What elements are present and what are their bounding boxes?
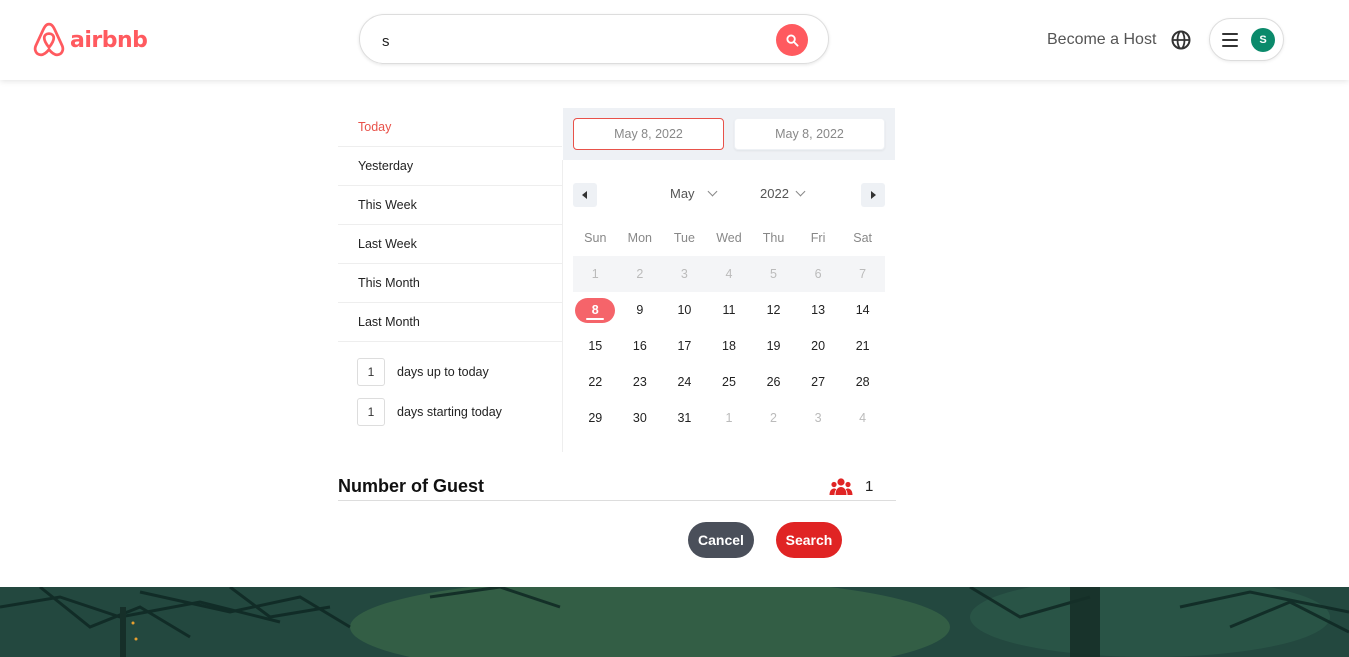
year-select[interactable]: 2022 [760,186,806,201]
calendar-week: 22 23 24 25 26 27 28 [573,364,885,400]
month-select[interactable]: May [670,186,718,201]
calendar-day[interactable]: 18 [707,328,752,364]
calendar-day[interactable]: 10 [662,292,707,328]
calendar-day[interactable]: 23 [618,364,663,400]
calendar-day-disabled: 4 [725,267,733,281]
cancel-button[interactable]: Cancel [688,522,754,558]
user-menu-button[interactable]: S [1209,18,1284,61]
calendar-day[interactable]: 12 [751,292,796,328]
language-button[interactable] [1171,30,1191,55]
range-last-week[interactable]: Last Week [338,225,562,264]
users-icon [829,477,853,502]
calendar-week: 15 16 17 18 19 20 21 [573,328,885,364]
calendar-day[interactable]: 9 [618,292,663,328]
become-host-link[interactable]: Become a Host [1047,31,1156,49]
calendar-day[interactable]: 30 [618,400,663,436]
weekday-label: Fri [810,231,826,245]
weekday-label: Wed [716,231,742,245]
days-starting-today-label: days starting today [397,405,502,419]
calendar-day[interactable]: 20 [796,328,841,364]
guest-title: Number of Guest [338,476,485,496]
search-input[interactable] [380,27,764,55]
airbnb-logo[interactable]: airbnb [32,22,148,58]
range-this-week[interactable]: This Week [338,186,562,225]
avatar: S [1251,28,1275,52]
year-value: 2022 [760,186,789,201]
search-icon [785,33,799,47]
calendar-day[interactable]: 11 [707,292,752,328]
days-starting-today-row: 1 days starting today [357,398,502,426]
calendar-grid: Sun Mon Tue Wed Thu Fri Sat 1 2 3 4 5 6 … [573,220,885,436]
static-ranges: Today Yesterday This Week Last Week This… [338,108,562,426]
range-last-month[interactable]: Last Month [338,303,562,342]
calendar-day[interactable]: 19 [751,328,796,364]
weekday-label: Sat [853,231,873,245]
calendar-day-next-month: 1 [725,411,733,425]
prev-month-button[interactable] [573,183,597,207]
calendar-day[interactable]: 27 [796,364,841,400]
calendar-day[interactable]: 17 [662,328,707,364]
range-today[interactable]: Today [338,108,562,147]
hamburger-icon [1222,33,1238,47]
weekday-header: Sun Mon Tue Wed Thu Fri Sat [573,220,885,256]
calendar-day-disabled: 3 [680,267,688,281]
top-navbar: airbnb Become a Host S [0,0,1349,80]
month-value: May [670,186,695,201]
weekday-label: Mon [627,231,652,245]
calendar-day[interactable]: 24 [662,364,707,400]
calendar-day[interactable]: 28 [840,364,885,400]
days-up-to-today-input[interactable]: 1 [357,358,385,386]
calendar-day[interactable]: 22 [573,364,618,400]
selected-day-number: 8 [591,303,599,317]
days-up-to-today-row: 1 days up to today [357,358,489,386]
chevron-down-icon [795,186,806,197]
globe-icon [1171,30,1191,50]
calendar-day[interactable]: 16 [618,328,663,364]
end-date-field[interactable]: May 8, 2022 [734,118,885,150]
range-this-month[interactable]: This Month [338,264,562,303]
start-date-field[interactable]: May 8, 2022 [573,118,724,150]
calendar-day-next-month: 4 [859,411,867,425]
calendar-day-disabled: 7 [859,267,867,281]
calendar-day-next-month: 3 [814,411,822,425]
calendar-day-disabled: 1 [591,267,599,281]
logo-text: airbnb [70,27,148,53]
guest-count[interactable]: 1 [865,478,873,495]
calendar-day[interactable]: 21 [840,328,885,364]
calendar-day[interactable]: 25 [707,364,752,400]
calendar-day[interactable]: 31 [662,400,707,436]
calendar-day-next-month: 2 [770,411,777,425]
search-submit-button[interactable]: Search [776,522,842,558]
weekday-label: Tue [673,231,695,245]
weekday-label: Thu [762,231,785,245]
calendar-day[interactable]: 14 [840,292,885,328]
calendar-day[interactable]: 26 [751,364,796,400]
caret-right-icon [871,191,876,199]
calendar-week: 1 2 3 4 5 6 7 [573,256,885,292]
calendar-day[interactable]: 13 [796,292,841,328]
search-button[interactable] [776,24,808,56]
search-bar[interactable] [359,14,829,64]
airbnb-logo-icon [33,22,65,57]
date-display: May 8, 2022 May 8, 2022 [563,108,895,160]
days-starting-today-input[interactable]: 1 [357,398,385,426]
jungle-background [0,587,1349,657]
divider [562,160,563,452]
calendar-day-selected[interactable]: 8 [573,292,618,328]
chevron-down-icon [707,186,718,197]
weekday-label: Sun [584,231,607,245]
calendar-day-disabled: 2 [636,267,644,281]
days-up-to-today-label: days up to today [397,365,489,379]
calendar-week: 8 9 10 11 12 13 14 [573,292,885,328]
range-yesterday[interactable]: Yesterday [338,147,562,186]
calendar-day[interactable]: 15 [573,328,618,364]
divider [338,500,896,501]
next-month-button[interactable] [861,183,885,207]
calendar-day[interactable]: 29 [573,400,618,436]
calendar-week: 29 30 31 1 2 3 4 [573,400,885,436]
hero-image [0,587,1349,657]
calendar-day-disabled: 6 [814,267,822,281]
caret-left-icon [582,191,587,199]
calendar-day-disabled: 5 [770,267,777,281]
